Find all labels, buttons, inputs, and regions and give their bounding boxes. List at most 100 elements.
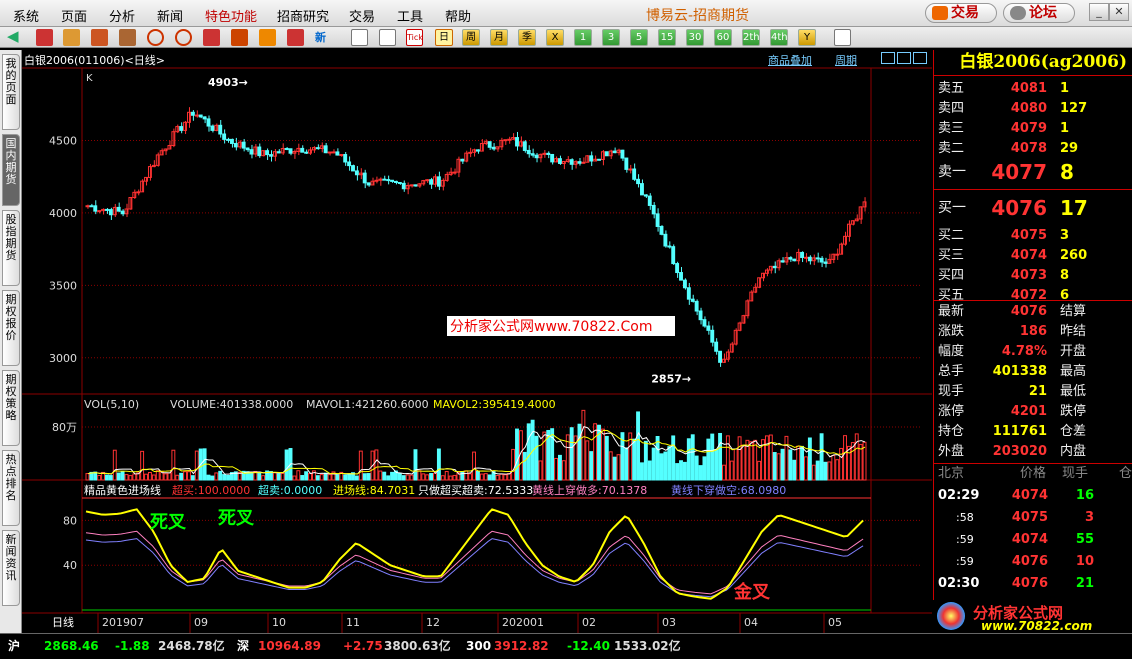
x-axis-label: 10 — [272, 616, 286, 629]
menu-system[interactable]: 系统 — [13, 6, 39, 25]
chart-canvas[interactable]: 4500 4000 3500 3000 K 4903→ 2857→ 分析家公式网www.708… — [22, 50, 932, 633]
period-day[interactable]: 日 — [435, 29, 453, 46]
period-4h[interactable]: 4th — [770, 29, 788, 46]
watermark-text: 分析家公式网www.70822.Com — [450, 318, 652, 335]
period-link[interactable]: 周期 — [835, 52, 857, 68]
side-tab-news[interactable]: 新闻资讯 — [2, 530, 20, 606]
bid-4-row[interactable]: 买四 4073 8 — [934, 266, 1132, 286]
volume-bar — [807, 437, 812, 481]
pencil-icon[interactable] — [231, 29, 248, 46]
side-tab-option-quotes[interactable]: 期权报价 — [2, 290, 20, 366]
volume-bar — [347, 473, 352, 481]
candle — [452, 171, 457, 174]
side-tab-domestic-futures[interactable]: 国内期货 — [2, 134, 20, 206]
list-icon[interactable] — [119, 29, 136, 46]
calculator-icon[interactable] — [834, 29, 851, 46]
period-month[interactable]: 月 — [490, 29, 508, 46]
volume-bar — [604, 435, 609, 481]
volume-bar — [284, 449, 289, 481]
candle — [190, 111, 195, 116]
new-icon[interactable]: 新 — [315, 29, 332, 46]
bid-1-label: 买一 — [938, 200, 966, 216]
period-x[interactable]: X — [546, 29, 564, 46]
books-icon[interactable] — [63, 29, 80, 46]
menu-research[interactable]: 招商研究 — [277, 6, 329, 25]
minimize-button[interactable]: _ — [1089, 3, 1109, 21]
forum-button[interactable]: 论坛 — [1003, 3, 1075, 23]
bid-3-row[interactable]: 买三 4074 260 — [934, 246, 1132, 266]
candle — [405, 185, 410, 190]
volume-bar — [612, 456, 617, 481]
line-chart-icon[interactable] — [379, 29, 396, 46]
home-icon[interactable] — [36, 29, 53, 46]
period-60min[interactable]: 60 — [714, 29, 732, 46]
candle — [351, 165, 355, 172]
bid-1-row[interactable]: 买一 4076 17 — [934, 195, 1132, 221]
trade-button[interactable]: 交易 — [925, 3, 997, 23]
period-15min[interactable]: 15 — [658, 29, 676, 46]
period-5min[interactable]: 5 — [630, 29, 648, 46]
chart-area[interactable]: 4500 4000 3500 3000 K 4903→ 2857→ 分析家公式网www.708… — [22, 50, 932, 633]
tick-row: :58 4075 3 — [934, 507, 1132, 529]
close-button[interactable]: ✕ — [1109, 3, 1129, 21]
volume-bar — [382, 471, 387, 481]
arrow-right-icon[interactable] — [897, 52, 911, 64]
period-quarter[interactable]: 季 — [518, 29, 536, 46]
period-week[interactable]: 周 — [462, 29, 480, 46]
menu-news[interactable]: 新闻 — [157, 6, 183, 25]
filter-icon[interactable] — [287, 29, 304, 46]
overlay-link[interactable]: 商品叠加 — [768, 52, 812, 68]
restore-icon[interactable] — [913, 52, 927, 64]
candle — [97, 210, 102, 213]
window-icon[interactable] — [203, 29, 220, 46]
table-icon[interactable] — [351, 29, 368, 46]
period-30min[interactable]: 30 — [686, 29, 704, 46]
volume-bar — [472, 451, 477, 481]
ask-5-row[interactable]: 卖五 4081 1 — [934, 79, 1132, 99]
menu-help[interactable]: 帮助 — [445, 6, 471, 25]
back-arrow-icon[interactable]: ◀ — [7, 29, 24, 46]
ask-2-row[interactable]: 卖二 4078 29 — [934, 139, 1132, 159]
menu-features[interactable]: 特色功能 — [205, 6, 257, 25]
menu-analysis[interactable]: 分析 — [109, 6, 135, 25]
ask-1-row[interactable]: 卖一 4077 8 — [934, 159, 1132, 185]
side-tab-index-futures[interactable]: 股指期货 — [2, 210, 20, 286]
x-axis-label: 202001 — [502, 616, 544, 629]
menu-trade[interactable]: 交易 — [349, 6, 375, 25]
candle — [698, 310, 703, 321]
candle — [507, 138, 512, 141]
ind-overbuy: 超买:100.0000 — [172, 483, 250, 497]
toolbar: ◀ 新 Tick 日 周 月 季 X 1 3 5 15 30 60 2th 4t… — [0, 27, 1132, 48]
stat-value: 203020 — [992, 444, 1047, 459]
zoom-in-icon[interactable] — [147, 29, 164, 46]
ask-3-row[interactable]: 卖三 4079 1 — [934, 119, 1132, 139]
candle — [85, 205, 90, 208]
side-tab-my-page[interactable]: 我的页面 — [2, 54, 20, 130]
period-3min[interactable]: 3 — [602, 29, 620, 46]
volume-bar — [112, 449, 117, 481]
ask-4-row[interactable]: 卖四 4080 127 — [934, 99, 1132, 119]
zoom-out-icon[interactable] — [175, 29, 192, 46]
volume-bar — [409, 474, 414, 481]
side-tab-option-strategy[interactable]: 期权策略 — [2, 370, 20, 446]
volume-bar — [366, 473, 371, 481]
ask-4-label: 卖四 — [938, 101, 965, 116]
chart-title: 白银2006(011006)<日线> — [24, 54, 166, 67]
side-tab-hot-ranking[interactable]: 热点排名 — [2, 450, 20, 526]
bid-2-row[interactable]: 买二 4075 3 — [934, 226, 1132, 246]
period-2h[interactable]: 2th — [742, 29, 760, 46]
volume-bar — [788, 449, 793, 481]
period-year[interactable]: Y — [798, 29, 816, 46]
menu-page[interactable]: 页面 — [61, 6, 87, 25]
tick-chart-icon[interactable]: Tick — [406, 29, 423, 46]
arrow-left-icon[interactable] — [881, 52, 895, 64]
tick-price: 4075 — [1011, 510, 1048, 525]
folder-icon[interactable] — [91, 29, 108, 46]
menu-tools[interactable]: 工具 — [397, 6, 423, 25]
volume-bar — [304, 471, 309, 481]
period-1min[interactable]: 1 — [574, 29, 592, 46]
volume-bar — [374, 449, 379, 481]
volume-bar — [792, 459, 797, 481]
menu-bar: 系统 页面 分析 新闻 特色功能 招商研究 交易 工具 帮助 博易云-招商期货 … — [0, 0, 1132, 27]
alarm-icon[interactable] — [259, 29, 276, 46]
